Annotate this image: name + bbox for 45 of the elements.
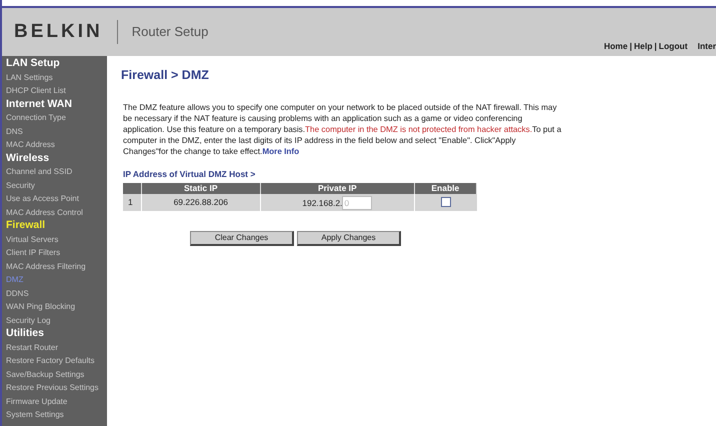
ip-input-field[interactable]: 0	[342, 196, 372, 210]
sidebar-item[interactable]: System Settings	[2, 408, 107, 422]
nav-separator: |	[630, 40, 632, 53]
sidebar-item[interactable]: Client IP Filters	[2, 246, 107, 260]
enable-checkbox[interactable]	[440, 197, 451, 208]
page-title: Firewall > DMZ	[121, 67, 210, 84]
more-info-link[interactable]: More Info	[262, 146, 300, 156]
nav-link[interactable]: Help	[634, 40, 652, 53]
description-text: The DMZ feature allows you to specify one computer on your network to be placed outside of the NAT firewall. This may be necessary if the NAT feature is causing problems with an application such as a game or video conferencing application. Use this feature on a temporary basis.The computer in the DMZ is not protected from hacker attacks.To put a computer in the DMZ, enter the last digits of its IP address in the field below and select "Enable". Click"Apply Changes"for the change to take effect.More Info	[123, 102, 562, 157]
nav-link[interactable]: Inter	[698, 40, 716, 53]
sidebar-item[interactable]: Restart Router	[2, 340, 107, 354]
nav-link[interactable]: Home	[604, 40, 628, 53]
sidebar-item[interactable]: Save/Backup Settings	[2, 368, 107, 381]
sidebar-item[interactable]: WAN Ping Blocking	[2, 300, 107, 314]
sidebar-item[interactable]: MAC Address Control	[2, 206, 107, 219]
sidebar-item[interactable]: MAC Address Filtering	[2, 260, 107, 273]
action-button[interactable]: Clear Changes	[190, 230, 294, 246]
brand-logo: BELKIN	[14, 20, 103, 44]
sidebar-item[interactable]: Use as Access Point	[2, 192, 107, 206]
sidebar-item[interactable]: Channel and SSID	[2, 165, 107, 178]
sidebar-item[interactable]: DDNS	[2, 286, 107, 300]
ip-prefix: 192.168.2.	[302, 197, 342, 210]
sidebar-item[interactable]: DNS	[2, 124, 107, 138]
sidebar-heading[interactable]: Wireless	[2, 152, 107, 165]
sidebar-heading[interactable]: Utilities	[2, 327, 107, 340]
header-title: Router Setup	[132, 23, 208, 42]
sidebar-item[interactable]: Security Log	[2, 314, 107, 327]
action-button[interactable]: Apply Changes	[297, 230, 401, 246]
sidebar-item[interactable]: LAN Settings	[2, 70, 107, 84]
sidebar-item[interactable]: Virtual Servers	[2, 232, 107, 246]
sidebar-item[interactable]: DMZ	[2, 273, 107, 286]
sidebar-item[interactable]: Connection Type	[2, 111, 107, 124]
nav-separator: |	[654, 40, 657, 53]
sidebar-item[interactable]: DHCP Client List	[2, 84, 107, 98]
sidebar-item[interactable]: Restore Previous Settings	[2, 381, 107, 394]
sidebar-item[interactable]: MAC Address	[2, 138, 107, 152]
sidebar-heading[interactable]: Internet WAN	[2, 98, 107, 111]
nav-link[interactable]: Logout	[658, 40, 688, 53]
sidebar-item[interactable]: Restore Factory Defaults	[2, 354, 107, 368]
sidebar-heading[interactable]: LAN Setup	[2, 57, 107, 70]
sidebar-item[interactable]: Security	[2, 178, 107, 192]
sidebar-item[interactable]: Firmware Update	[2, 394, 107, 408]
table-title: IP Address of Virtual DMZ Host >	[123, 168, 256, 180]
table-cell: 1	[123, 194, 141, 210]
sidebar-heading[interactable]: Firewall	[2, 219, 107, 232]
